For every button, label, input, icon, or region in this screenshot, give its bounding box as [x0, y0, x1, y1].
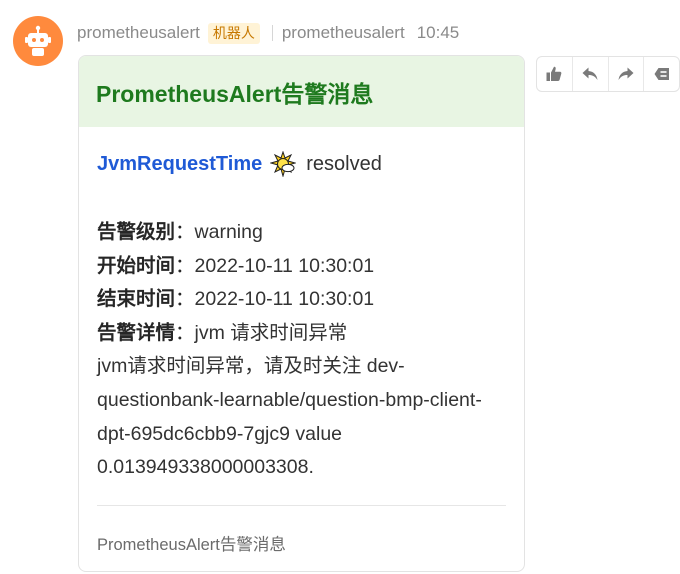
- field-value: warning: [194, 221, 263, 243]
- sender-display-name: prometheusalert: [281, 23, 405, 42]
- forward-button[interactable]: [609, 57, 645, 91]
- thumbs-up-icon: [546, 66, 562, 81]
- card-title: PrometheusAlert告警消息: [96, 80, 374, 107]
- alert-card: PrometheusAlert告警消息 JvmRequestTime resol…: [78, 55, 525, 572]
- sender-name[interactable]: prometheusalert: [77, 23, 200, 43]
- alert-name: JvmRequestTime: [97, 152, 263, 175]
- field-colon: ：: [175, 321, 195, 344]
- field-value: 2022-10-11 10:30:01: [194, 254, 375, 277]
- card-body: JvmRequestTime resolved 告警级别：warning 开始时…: [79, 150, 524, 485]
- field-colon: ：: [175, 221, 195, 243]
- alert-status: resolved: [306, 152, 382, 175]
- field-row-level: 告警级别：warning: [97, 216, 506, 250]
- card-footer: PrometheusAlert告警消息: [97, 536, 286, 554]
- message-actions: [536, 56, 680, 92]
- field-row-detail: 告警详情：jvm 请求时间异常: [97, 317, 506, 351]
- more-icon: [654, 68, 669, 80]
- field-key: 告警详情: [97, 321, 176, 344]
- field-value: 2022-10-11 10:30:01: [194, 288, 375, 311]
- forward-icon: [618, 67, 634, 80]
- card-header: PrometheusAlert告警消息: [79, 56, 524, 127]
- field-key: 告警级别: [97, 221, 176, 243]
- field-colon: ：: [175, 254, 195, 277]
- chat-message: prometheusalert 机器人 prometheusalert 10:4…: [0, 0, 680, 574]
- header-divider: [271, 25, 273, 41]
- field-key: 开始时间: [97, 254, 176, 277]
- robot-icon: [25, 25, 51, 56]
- field-colon: ：: [175, 288, 195, 311]
- reply-icon: [582, 67, 598, 80]
- field-row-end-time: 结束时间：2022-10-11 10:30:01: [97, 283, 506, 317]
- bot-badge: 机器人: [207, 22, 260, 44]
- alert-description: jvm请求时间异常，请及时关注 dev-questionbank-learnab…: [97, 355, 482, 479]
- thumbs-up-button[interactable]: [537, 57, 573, 91]
- message-time: 10:45: [416, 23, 460, 42]
- field-key: 结束时间: [97, 288, 176, 311]
- alert-line: JvmRequestTime resolved: [97, 150, 506, 178]
- field-row-start-time: 开始时间：2022-10-11 10:30:01: [97, 250, 506, 284]
- more-button[interactable]: [644, 57, 679, 91]
- avatar[interactable]: [13, 16, 63, 66]
- reply-button[interactable]: [573, 57, 609, 91]
- alert-fields: 告警级别：warning 开始时间：2022-10-11 10:30:01 结束…: [97, 216, 506, 485]
- field-value: jvm 请求时间异常: [194, 321, 348, 344]
- card-divider: [97, 505, 506, 506]
- message-header: prometheusalert 机器人 prometheusalert 10:4…: [77, 21, 459, 45]
- sun-icon: [269, 150, 298, 178]
